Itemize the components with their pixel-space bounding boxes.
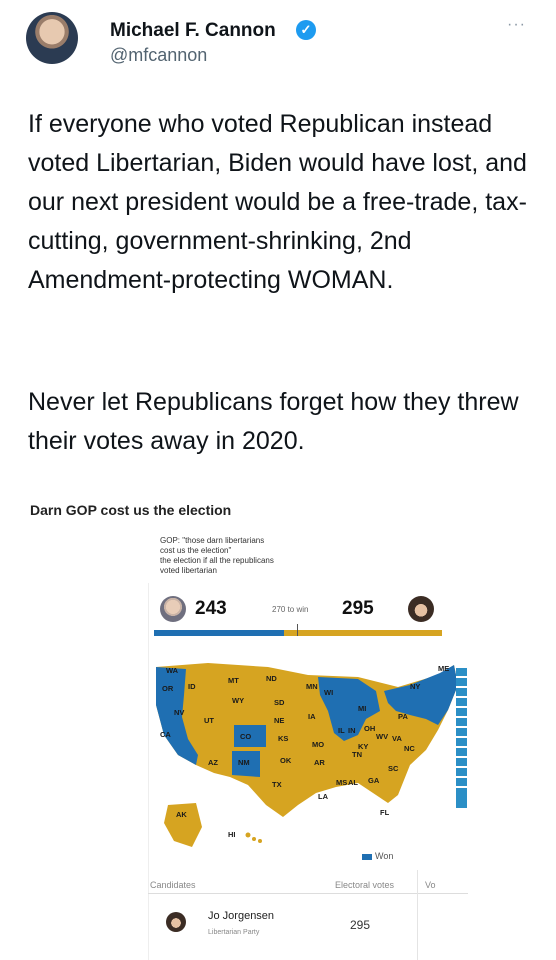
header-electoral-votes: Electoral votes [335, 880, 395, 890]
candidate-name: Jo Jorgensen [208, 910, 275, 922]
tweet-text-paragraph-2: Never let Republicans forget how they th… [28, 388, 519, 455]
state-label-wv: WV [376, 732, 388, 741]
state-label-co: CO [240, 732, 251, 741]
state-label-il: IL [338, 726, 345, 735]
small-state-tile [456, 708, 467, 718]
state-label-wy: WY [232, 696, 244, 705]
quote-line: GOP: "those darn libertarians [160, 536, 265, 545]
tweet-text-paragraph-1: If everyone who voted Republican instead… [28, 110, 527, 294]
small-state-tile [456, 718, 467, 728]
state-label-tx: TX [272, 780, 282, 789]
state-label-ne: NE [274, 716, 284, 725]
state-label-pa: PA [398, 712, 408, 721]
state-label-ok: OK [280, 756, 292, 765]
state-label-me: ME [438, 664, 449, 673]
quote-line: cost us the election" [160, 546, 232, 555]
state-label-sd: SD [274, 698, 285, 707]
quote-line: the election if all the republicans [160, 556, 274, 565]
candidate-photo-left [160, 596, 186, 622]
state-label-ny: NY [410, 682, 420, 691]
state-label-in: IN [348, 726, 356, 735]
state-label-ga: GA [368, 776, 380, 785]
more-options-icon[interactable]: ··· [507, 16, 526, 34]
table-column-divider [417, 870, 418, 960]
state-label-ks: KS [278, 734, 288, 743]
legend-swatch [362, 853, 372, 860]
state-label-la: LA [318, 792, 329, 801]
state-label-va: VA [392, 734, 402, 743]
small-state-tile [456, 688, 467, 698]
state-label-az: AZ [208, 758, 218, 767]
state-label-tn: TN [352, 750, 362, 759]
header-candidates: Candidates [150, 880, 196, 890]
small-state-tile [456, 668, 467, 678]
small-state-tile [456, 678, 467, 688]
small-state-tile [456, 738, 467, 748]
state-label-ca: CA [160, 730, 171, 739]
electoral-progress-bar-left-fill [154, 630, 285, 636]
state-label-mn: MN [306, 682, 318, 691]
map-legend: Won [362, 851, 393, 861]
state-label-mo: MO [312, 740, 324, 749]
state-label-sc: SC [388, 764, 399, 773]
to-win-label: 270 to win [272, 605, 309, 614]
state-label-or: OR [162, 684, 174, 693]
hawaii-dot [252, 837, 256, 841]
state-label-nv: NV [174, 708, 184, 717]
legend-label: Won [375, 851, 394, 861]
image-quote: GOP: "those darn libertarians cost us th… [160, 536, 360, 576]
small-state-tile [456, 728, 467, 738]
state-label-nc: NC [404, 744, 415, 753]
small-state-tile [456, 768, 467, 778]
electoral-tally: 243 270 to win 295 [150, 592, 446, 636]
small-state-tile [456, 778, 467, 788]
us-electoral-map: WA OR ID MT ND MN WI MI NY ME NV CA UT WY SD NE IA IL IN OH… [156, 663, 458, 847]
electoral-progress-bar [154, 624, 442, 636]
small-state-tile [456, 748, 467, 758]
small-state-tile [456, 698, 467, 708]
state-label-wa: WA [166, 666, 179, 675]
state-label-ia: IA [308, 712, 316, 721]
state-label-mi: MI [358, 704, 366, 713]
state-label-mt: MT [228, 676, 239, 685]
candidate-photo-right [408, 596, 434, 622]
candidate-avatar [166, 912, 186, 932]
state-label-fl: FL [380, 808, 390, 817]
candidate-electoral-votes: 295 [350, 918, 371, 932]
left-electoral-count: 243 [195, 598, 227, 619]
small-state-tile [456, 758, 467, 768]
table-divider [148, 893, 468, 894]
state-label-hi: HI [228, 830, 236, 839]
verified-badge-icon: ✓ [296, 20, 316, 40]
state-label-ut: UT [204, 716, 214, 725]
state-label-oh: OH [364, 724, 375, 733]
state-label-ms: MS [336, 778, 347, 787]
hawaii-dot [258, 839, 262, 843]
small-states-panel [456, 668, 467, 808]
state-label-wi: WI [324, 688, 333, 697]
author-avatar[interactable] [26, 12, 78, 64]
state-label-nd: ND [266, 674, 277, 683]
state-label-ak: AK [176, 810, 187, 819]
candidate-party: Libertarian Party [208, 929, 260, 936]
header-votes-truncated: Vo [425, 880, 436, 890]
state-label-ar: AR [314, 758, 325, 767]
image-title: Darn GOP cost us the election [30, 502, 232, 518]
state-label-id: ID [188, 682, 196, 691]
electoral-progress-bar-midpoint [297, 624, 298, 636]
author-name[interactable]: Michael F. Cannon [110, 20, 276, 42]
state-label-nm: NM [238, 758, 250, 767]
hawaii-dot [245, 832, 251, 838]
state-label-al: AL [348, 778, 358, 787]
author-handle[interactable]: @mfcannon [110, 45, 207, 66]
right-electoral-count: 295 [342, 598, 374, 619]
quote-line: voted libertarian [160, 566, 217, 575]
